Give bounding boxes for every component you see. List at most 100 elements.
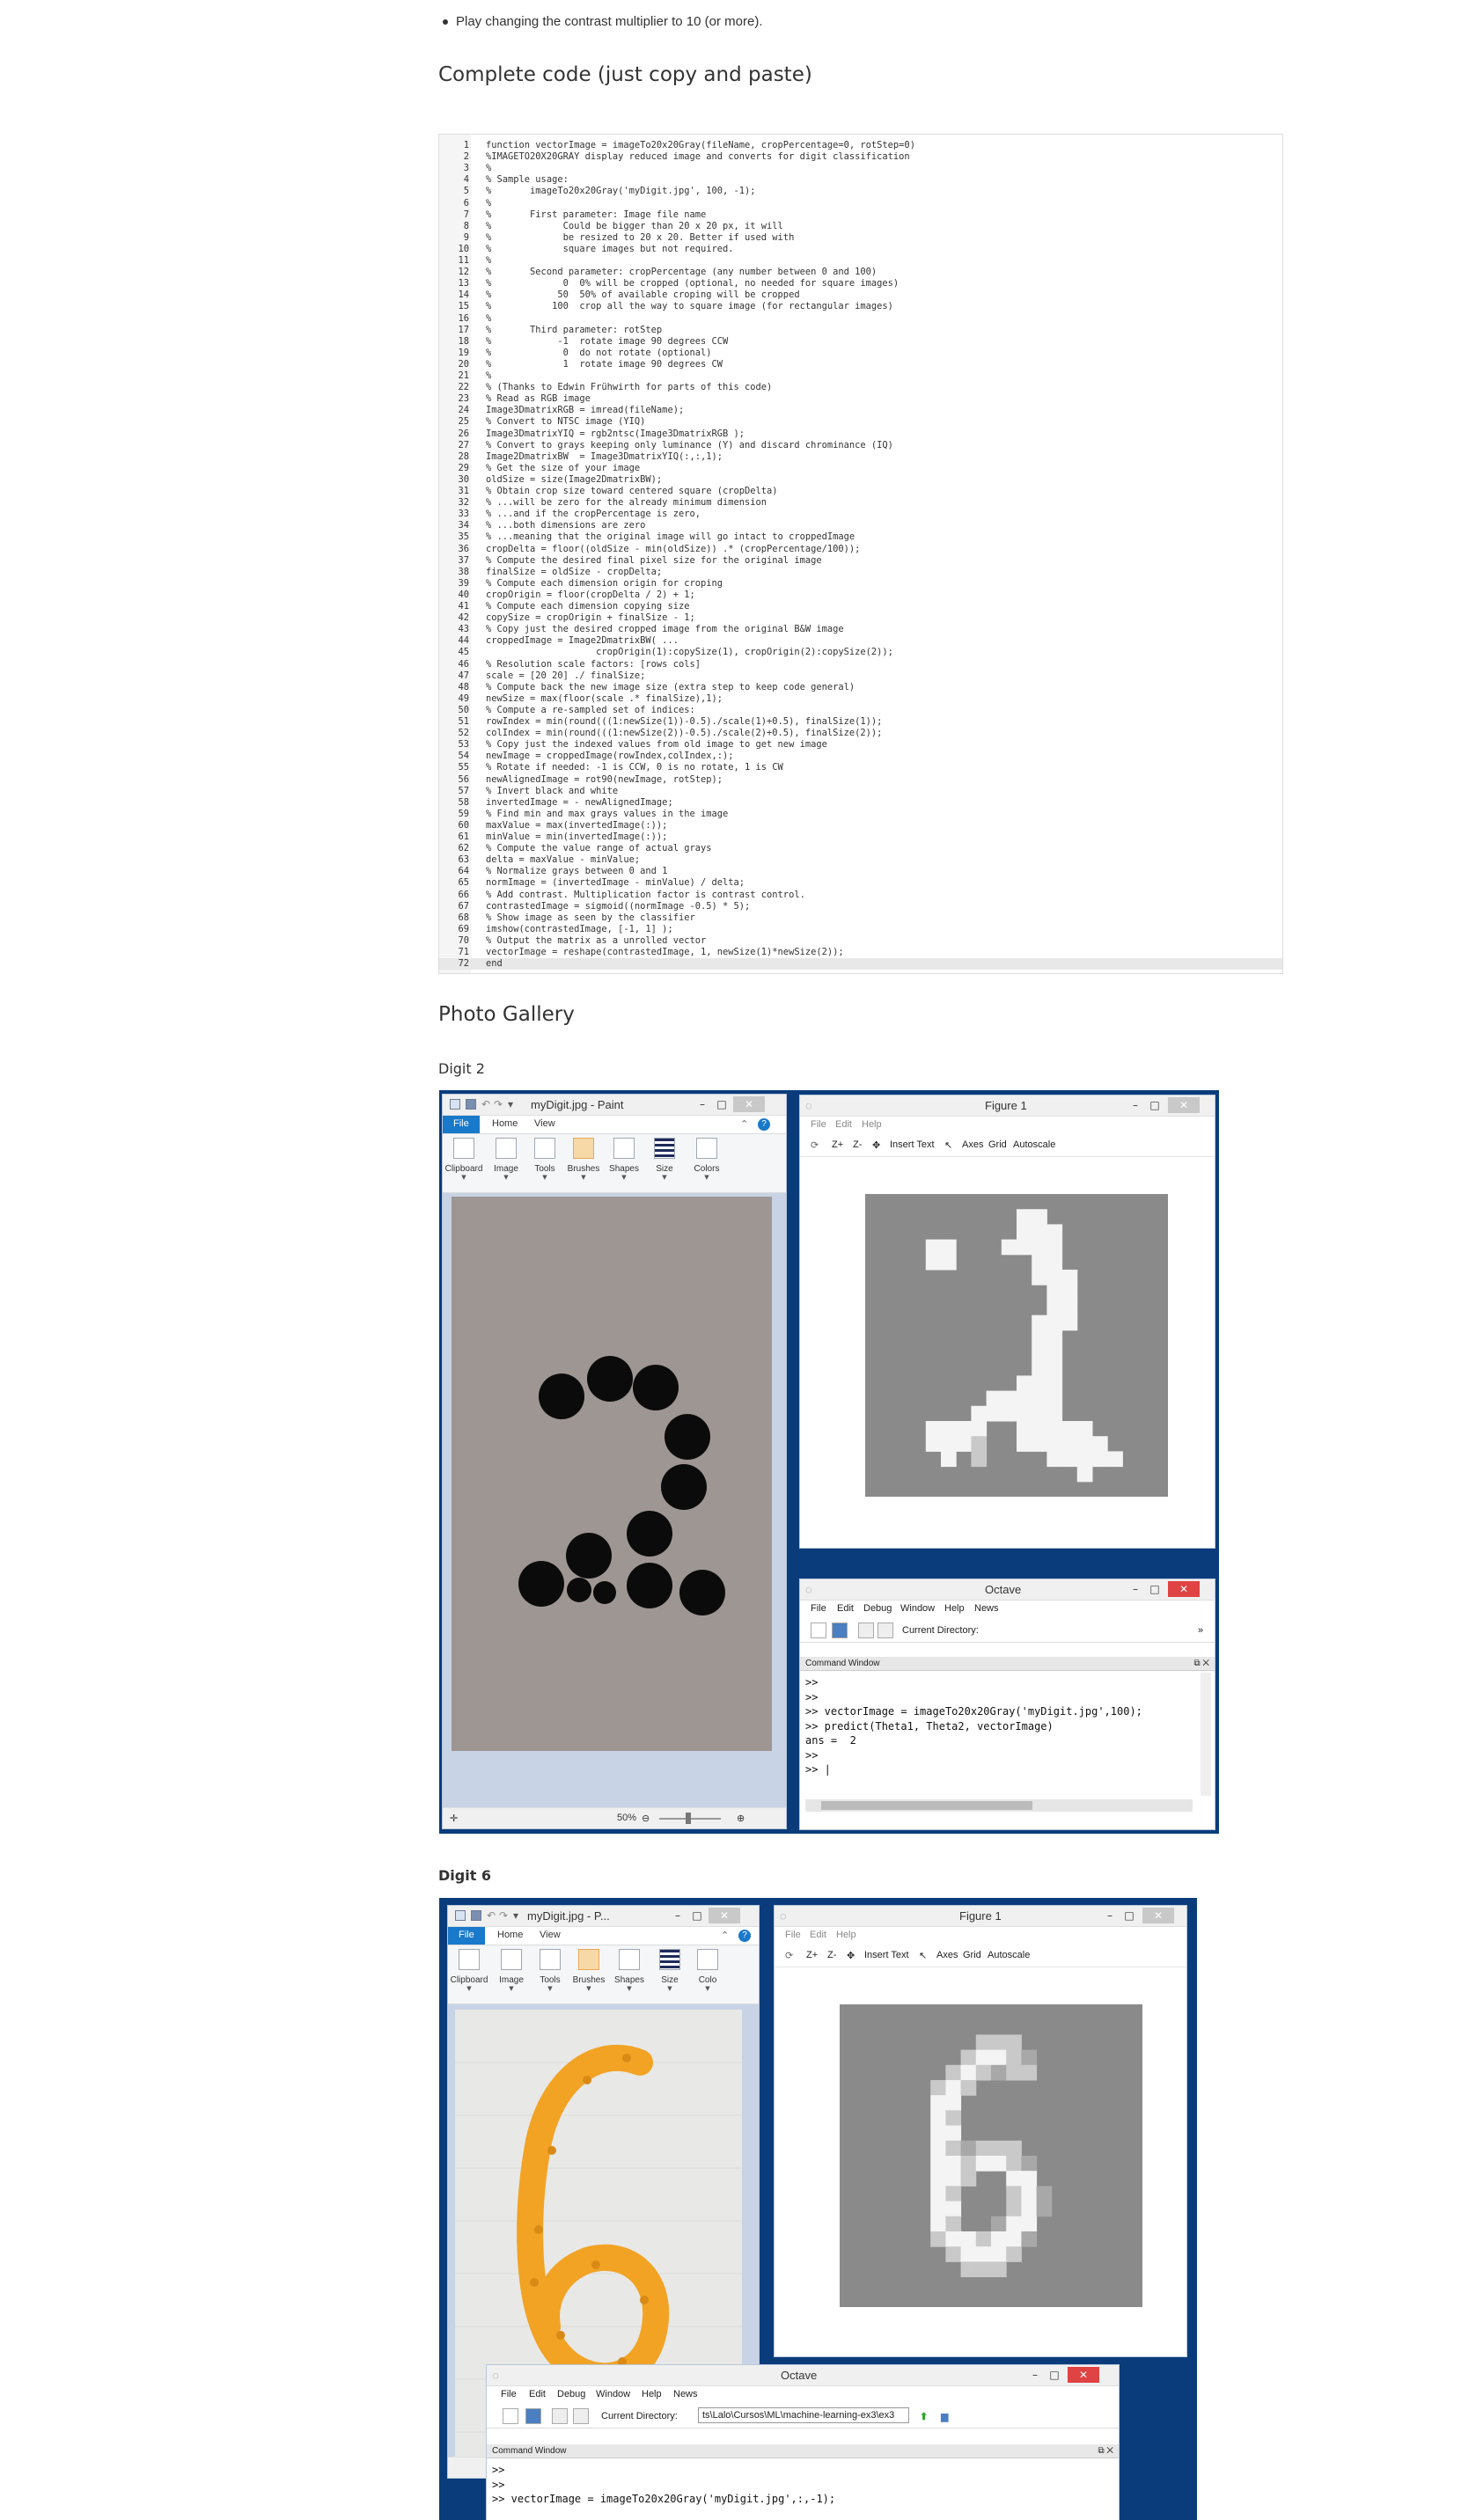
- ribbon-group-size[interactable]: Size ▼: [650, 1949, 689, 1992]
- ribbon-group-image[interactable]: Image ▼: [487, 1138, 525, 1181]
- menu-help[interactable]: Help: [862, 1119, 882, 1130]
- ribbon-group-tools[interactable]: Tools ▼: [525, 1138, 564, 1181]
- browse-folder-icon[interactable]: ▆: [941, 2411, 948, 2422]
- horizontal-scrollbar[interactable]: [805, 1799, 1193, 1812]
- ribbon-group-shapes[interactable]: Shapes ▼: [605, 1138, 643, 1181]
- open-folder-icon[interactable]: [832, 1623, 848, 1638]
- quick-access-dropdown-icon[interactable]: ▾: [508, 1096, 513, 1112]
- ribbon-group-brushes[interactable]: Brushes ▼: [564, 1138, 603, 1181]
- menu-window[interactable]: Window: [596, 2389, 630, 2399]
- redo-icon[interactable]: ↷: [499, 1908, 508, 1923]
- maximize-icon[interactable]: □: [1120, 1908, 1139, 1923]
- collapse-ribbon-icon[interactable]: ⌃: [740, 1118, 748, 1130]
- zoom-in-icon[interactable]: ⊕: [737, 1813, 745, 1824]
- menu-debug[interactable]: Debug: [557, 2389, 585, 2399]
- menu-debug[interactable]: Debug: [863, 1603, 892, 1614]
- copy-icon[interactable]: [552, 2408, 568, 2424]
- go-up-icon[interactable]: ⬆: [920, 2411, 928, 2422]
- menu-help[interactable]: Help: [836, 1930, 856, 1940]
- tab-home[interactable]: Home: [497, 1930, 523, 1940]
- open-folder-icon[interactable]: [525, 2408, 541, 2424]
- ribbon-group-colors[interactable]: Colors ▼: [687, 1138, 726, 1181]
- menu-edit[interactable]: Edit: [837, 1603, 854, 1614]
- toolbar-overflow-icon[interactable]: »: [1198, 1625, 1203, 1636]
- command-window-output[interactable]: >> >> >> vectorImage = imageTo20x20Gray('m…: [800, 1673, 1187, 1796]
- maximize-icon[interactable]: □: [687, 1908, 707, 1923]
- minimize-icon[interactable]: –: [1025, 2367, 1045, 2383]
- menu-file[interactable]: File: [811, 1603, 826, 1614]
- menu-edit[interactable]: Edit: [835, 1119, 852, 1130]
- maximize-icon[interactable]: □: [712, 1096, 731, 1112]
- save-icon[interactable]: [471, 1910, 481, 1921]
- undo-icon[interactable]: ↶: [481, 1096, 490, 1112]
- axes-button[interactable]: Axes: [962, 1139, 983, 1150]
- ribbon-group-shapes[interactable]: Shapes ▼: [610, 1949, 649, 1992]
- command-window-controls[interactable]: ⧉ ✕: [1193, 1659, 1209, 1668]
- zoom-slider-thumb[interactable]: [686, 1813, 691, 1824]
- paste-icon[interactable]: [573, 2408, 589, 2424]
- maximize-icon[interactable]: □: [1145, 1097, 1164, 1113]
- copy-icon[interactable]: [858, 1623, 874, 1638]
- menu-file[interactable]: File: [811, 1119, 826, 1130]
- maximize-icon[interactable]: □: [1045, 2367, 1064, 2383]
- minimize-icon[interactable]: –: [1126, 1581, 1145, 1597]
- rotate-icon[interactable]: ⟳: [785, 1950, 793, 1961]
- command-window-controls[interactable]: ⧉ ✕: [1098, 2446, 1113, 2456]
- menu-window[interactable]: Window: [900, 1603, 935, 1614]
- menu-help[interactable]: Help: [944, 1603, 965, 1614]
- paste-icon[interactable]: [878, 1623, 893, 1638]
- zoom-out-icon[interactable]: ⊖: [642, 1813, 650, 1824]
- insert-text-button[interactable]: Insert Text: [864, 1950, 909, 1960]
- grid-button[interactable]: Grid: [988, 1139, 1007, 1150]
- menu-edit[interactable]: Edit: [810, 1930, 826, 1940]
- quick-access-dropdown-icon[interactable]: ▾: [513, 1908, 518, 1923]
- tab-view[interactable]: View: [540, 1930, 561, 1940]
- help-icon[interactable]: ?: [758, 1118, 770, 1131]
- minimize-icon[interactable]: –: [668, 1908, 687, 1923]
- autoscale-button[interactable]: Autoscale: [1013, 1139, 1055, 1150]
- menu-file[interactable]: File: [785, 1930, 801, 1940]
- ribbon-group-clipboard[interactable]: Clipboard ▼: [450, 1949, 488, 1992]
- ribbon-group-tools[interactable]: Tools ▼: [531, 1949, 569, 1992]
- insert-text-button[interactable]: Insert Text: [890, 1139, 935, 1150]
- minimize-icon[interactable]: –: [1126, 1097, 1145, 1113]
- close-button[interactable]: ✕: [1168, 1581, 1200, 1597]
- tab-file[interactable]: File: [448, 1927, 485, 1945]
- ribbon-group-image[interactable]: Image ▼: [492, 1949, 531, 1992]
- pan-icon[interactable]: ✥: [847, 1950, 855, 1961]
- menu-news[interactable]: News: [673, 2389, 698, 2399]
- current-directory-input[interactable]: ts\Lalo\Cursos\ML\machine-learning-ex3\e…: [698, 2407, 909, 2423]
- minimize-icon[interactable]: –: [693, 1096, 712, 1112]
- collapse-ribbon-icon[interactable]: ⌃: [721, 1930, 729, 1941]
- close-button[interactable]: ✕: [1142, 1908, 1174, 1923]
- zoom-out-button[interactable]: Z-: [827, 1950, 836, 1960]
- ribbon-group-colors[interactable]: Colo ▼: [693, 1949, 723, 1992]
- tab-home[interactable]: Home: [492, 1118, 518, 1129]
- menu-news[interactable]: News: [974, 1603, 999, 1614]
- ribbon-group-size[interactable]: Size ▼: [645, 1138, 684, 1181]
- redo-icon[interactable]: ↷: [494, 1096, 503, 1112]
- tab-file[interactable]: File: [443, 1116, 480, 1133]
- zoom-in-button[interactable]: Z+: [806, 1950, 818, 1960]
- rotate-icon[interactable]: ⟳: [811, 1139, 819, 1151]
- close-button[interactable]: ✕: [1168, 1097, 1200, 1113]
- pan-icon[interactable]: ✥: [872, 1139, 880, 1151]
- command-window-output[interactable]: >> >> >> vectorImage = imageTo20x20Gray('m…: [487, 2460, 1103, 2520]
- tab-view[interactable]: View: [534, 1118, 555, 1129]
- new-file-icon[interactable]: [503, 2408, 518, 2424]
- help-icon[interactable]: ?: [738, 1930, 751, 1942]
- zoom-out-button[interactable]: Z-: [853, 1139, 862, 1150]
- ribbon-group-clipboard[interactable]: Clipboard ▼: [444, 1138, 483, 1181]
- menu-file[interactable]: File: [501, 2389, 517, 2399]
- ribbon-group-brushes[interactable]: Brushes ▼: [569, 1949, 608, 1992]
- pointer-icon[interactable]: ↖: [919, 1950, 927, 1961]
- autoscale-button[interactable]: Autoscale: [988, 1950, 1030, 1960]
- close-button[interactable]: ✕: [733, 1096, 765, 1112]
- close-button[interactable]: ✕: [1068, 2367, 1099, 2383]
- close-button[interactable]: ✕: [709, 1908, 740, 1923]
- maximize-icon[interactable]: □: [1145, 1581, 1164, 1597]
- save-icon[interactable]: [466, 1099, 476, 1110]
- menu-help[interactable]: Help: [642, 2389, 662, 2399]
- undo-icon[interactable]: ↶: [487, 1908, 496, 1923]
- zoom-in-button[interactable]: Z+: [832, 1139, 843, 1150]
